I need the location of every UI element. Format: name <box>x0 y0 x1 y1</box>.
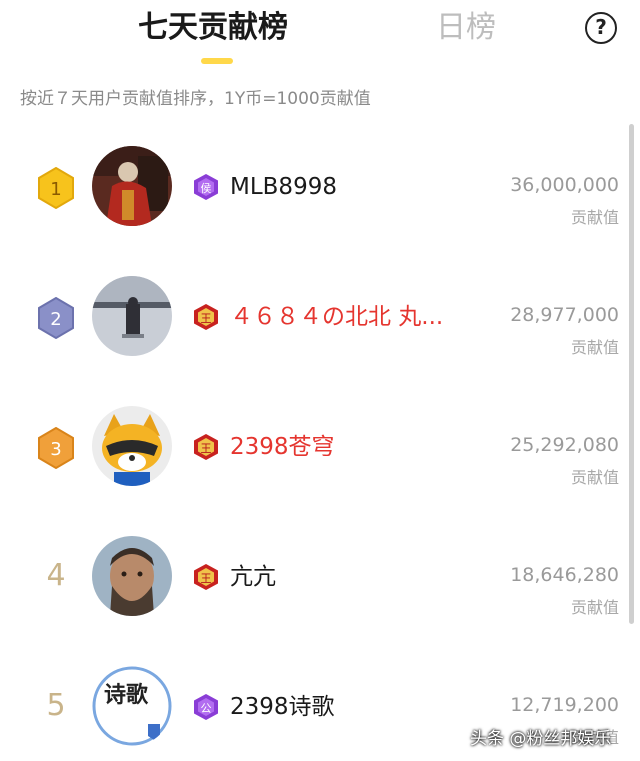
purple-hexagon-badge-icon: 侯 <box>192 173 220 201</box>
contribution-label: 贡献值 <box>570 598 619 617</box>
contribution-score: 28,977,000 <box>510 304 619 326</box>
scrollbar[interactable] <box>629 124 634 624</box>
leaderboard-row[interactable]: 4 王 亢亢 18,646,280 贡献值 <box>0 514 625 644</box>
rank-number: 5 <box>46 688 66 723</box>
purple-hexagon-badge-icon: 公 <box>192 693 220 721</box>
username[interactable]: MLB8998 <box>230 172 480 202</box>
svg-text:王: 王 <box>201 572 212 585</box>
silver-medal-icon: 2 <box>37 297 75 339</box>
bronze-medal-icon: 3 <box>37 427 75 469</box>
help-icon[interactable]: ? <box>585 12 617 44</box>
svg-text:侯: 侯 <box>201 181 212 195</box>
rank-number: 2 <box>50 309 61 330</box>
svg-text:王: 王 <box>201 312 212 325</box>
ranking-description: 按近７天用户贡献值排序，1Y币=1000贡献值 <box>20 89 371 109</box>
username[interactable]: 亢亢 <box>230 562 480 592</box>
rank-number: 1 <box>50 179 61 200</box>
username[interactable]: ４６８４の北北 丸... <box>230 302 480 332</box>
contribution-score: 18,646,280 <box>510 564 619 586</box>
raccoon-mascot-avatar[interactable] <box>92 406 172 486</box>
contribution-label: 贡献值 <box>570 468 619 487</box>
red-hexagon-badge-icon: 王 <box>192 303 220 331</box>
avatar-calligraphy-text: 诗歌 <box>104 682 149 708</box>
bearded-man-avatar[interactable] <box>92 536 172 616</box>
rank-number: 3 <box>50 439 61 460</box>
red-hexagon-badge-icon: 王 <box>192 433 220 461</box>
gold-medal-icon: 1 <box>37 167 75 209</box>
snow-figure-avatar[interactable] <box>92 276 172 356</box>
contribution-score: 12,719,200 <box>510 694 619 716</box>
joker-avatar[interactable] <box>92 146 172 226</box>
svg-text:王: 王 <box>201 442 212 455</box>
username[interactable]: 2398苍穹 <box>230 432 480 462</box>
contribution-label: 贡献值 <box>570 338 619 357</box>
tab-seven-day-ranking[interactable]: 七天贡献榜 <box>138 10 288 46</box>
red-hexagon-badge-icon: 王 <box>192 563 220 591</box>
contribution-score: 25,292,080 <box>510 434 619 456</box>
calligraphy-avatar[interactable]: 诗歌 <box>92 666 172 746</box>
active-tab-indicator <box>201 58 233 64</box>
leaderboard-row[interactable]: 3 王 2398苍穹 25,292,080 贡献值 <box>0 384 625 514</box>
leaderboard-row[interactable]: 2 王 ４６８４の北北 丸... 28,977,000 贡献值 <box>0 254 625 384</box>
svg-text:公: 公 <box>201 702 212 715</box>
contribution-label: 贡献值 <box>570 208 619 227</box>
contribution-score: 36,000,000 <box>510 174 619 196</box>
leaderboard-row[interactable]: 1 侯 MLB8998 36,000,000 贡献值 <box>0 124 625 254</box>
username[interactable]: 2398诗歌 <box>230 692 480 722</box>
watermark: 头条 @粉丝邦娱乐 <box>470 729 612 749</box>
header: 七天贡献榜 日榜 ? <box>0 0 640 70</box>
rank-number: 4 <box>46 558 66 593</box>
tab-daily-ranking[interactable]: 日榜 <box>436 10 496 46</box>
